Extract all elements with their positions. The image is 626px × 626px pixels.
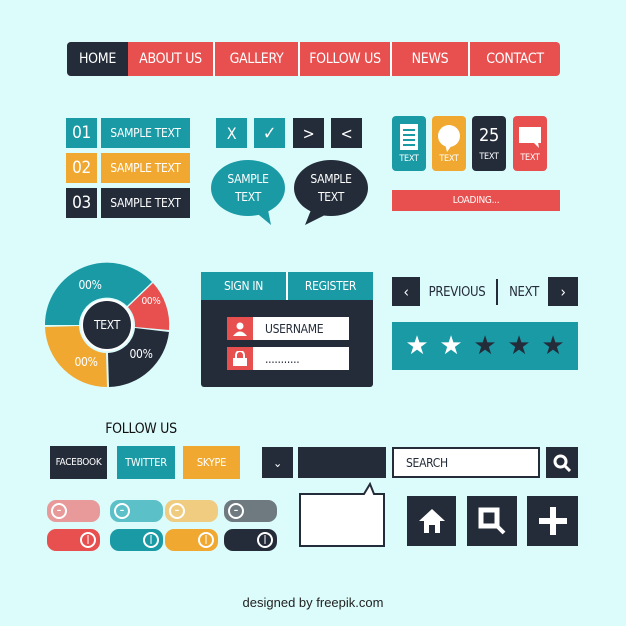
login-tabs: SIGN IN REGISTER — [201, 272, 373, 300]
chevron-down-icon: ⌄ — [273, 455, 282, 470]
prev-button[interactable]: < — [331, 118, 362, 148]
nav-gallery[interactable]: GALLERY — [213, 42, 298, 76]
star-icon[interactable]: ★ — [439, 331, 462, 361]
list-number: 02 — [66, 153, 97, 183]
search-icon — [478, 507, 506, 535]
next-button[interactable]: > — [293, 118, 324, 148]
list-item[interactable]: SAMPLE TEXT — [101, 153, 190, 183]
check-button[interactable]: ✓ — [254, 118, 285, 148]
facebook-button[interactable]: FACEBOOK — [50, 446, 107, 479]
close-button[interactable]: X — [216, 118, 247, 148]
pager-divider — [496, 279, 498, 305]
nav-contact[interactable]: CONTACT — [468, 42, 560, 76]
power-on-icon: | — [80, 532, 96, 548]
power-on-icon: | — [257, 532, 273, 548]
nav-bar: HOME ABOUT US GALLERY FOLLOW US NEWS CON… — [67, 42, 560, 76]
loading-bar: LOADING... — [392, 190, 560, 211]
minus-icon: – — [51, 503, 67, 519]
search-icon — [553, 454, 571, 472]
chevron-left-icon: ‹ — [403, 282, 409, 301]
nav-news[interactable]: NEWS — [390, 42, 468, 76]
list-item[interactable]: SAMPLE TEXT — [101, 188, 190, 218]
list-item[interactable]: SAMPLE TEXT — [101, 118, 190, 148]
toggle-off[interactable]: – — [110, 500, 163, 522]
donut-center-label: TEXT — [94, 318, 120, 332]
speech-bubble-icon — [438, 124, 460, 152]
home-icon — [418, 509, 445, 533]
bubble-text: SAMPLE TEXT — [310, 172, 352, 204]
donut-label: 00% — [141, 295, 161, 307]
toggle-on[interactable]: | — [165, 529, 218, 551]
chevron-right-icon: > — [302, 123, 315, 143]
card-date[interactable]: 25 TEXT — [472, 116, 506, 171]
check-icon: ✓ — [262, 122, 277, 144]
star-icon[interactable]: ★ — [405, 331, 428, 361]
nav-home[interactable]: HOME — [67, 42, 128, 76]
credit: designed by freepik.com — [242, 595, 384, 610]
zoom-button[interactable] — [467, 496, 517, 546]
close-icon: X — [226, 123, 237, 143]
chevron-right-icon: › — [560, 282, 566, 301]
star-icon[interactable]: ★ — [541, 331, 564, 361]
search-button[interactable] — [546, 447, 578, 478]
power-on-icon: | — [198, 532, 214, 548]
lock-icon — [227, 347, 253, 370]
dropdown-field[interactable] — [298, 447, 386, 478]
minus-icon: – — [228, 503, 244, 519]
card-speech[interactable]: TEXT — [432, 116, 466, 171]
star-icon[interactable]: ★ — [507, 331, 530, 361]
previous-arrow-button[interactable]: ‹ — [392, 277, 420, 306]
minus-icon: – — [169, 503, 185, 519]
dropdown-button[interactable]: ⌄ — [262, 447, 293, 478]
add-button[interactable] — [527, 496, 578, 546]
twitter-button[interactable]: TWITTER — [117, 446, 175, 479]
chevron-left-icon: < — [340, 123, 353, 143]
plus-icon — [538, 507, 567, 535]
next-arrow-button[interactable]: › — [548, 277, 578, 306]
tooltip-box — [299, 482, 385, 547]
toggle-off[interactable]: – — [224, 500, 277, 522]
username-input[interactable]: USERNAME — [253, 317, 349, 340]
star-rating[interactable]: ★ ★ ★ ★ ★ — [392, 322, 578, 370]
password-input[interactable]: ........... — [253, 347, 349, 370]
donut-label: 00% — [78, 278, 102, 292]
toggle-on[interactable]: | — [110, 529, 163, 551]
nav-about-us[interactable]: ABOUT US — [128, 42, 213, 76]
donut-label: 00% — [74, 355, 98, 369]
bubble-text: SAMPLE TEXT — [227, 172, 269, 204]
minus-icon: – — [114, 503, 130, 519]
home-button[interactable] — [407, 496, 456, 546]
card-document[interactable]: TEXT — [392, 116, 426, 171]
previous-link[interactable]: PREVIOUS — [424, 280, 490, 304]
follow-title: FOLLOW US — [105, 421, 177, 437]
card-chat[interactable]: TEXT — [513, 116, 547, 171]
toggle-on[interactable]: | — [47, 529, 100, 551]
tab-sign-in[interactable]: SIGN IN — [201, 272, 288, 300]
user-icon — [227, 317, 253, 340]
tab-register[interactable]: REGISTER — [288, 272, 373, 300]
document-icon — [400, 123, 418, 150]
list-number: 01 — [66, 118, 97, 148]
list-number: 03 — [66, 188, 97, 218]
search-input[interactable]: SEARCH — [392, 447, 540, 478]
skype-button[interactable]: SKYPE — [183, 446, 240, 479]
next-link[interactable]: NEXT — [503, 280, 545, 304]
toggle-on[interactable]: | — [224, 529, 277, 551]
donut-label: 00% — [129, 347, 153, 361]
power-on-icon: | — [143, 532, 159, 548]
nav-follow-us[interactable]: FOLLOW US — [298, 42, 390, 76]
toggle-off[interactable]: – — [165, 500, 218, 522]
chat-icon — [519, 126, 541, 148]
toggle-off[interactable]: – — [47, 500, 100, 522]
star-icon[interactable]: ★ — [473, 331, 496, 361]
